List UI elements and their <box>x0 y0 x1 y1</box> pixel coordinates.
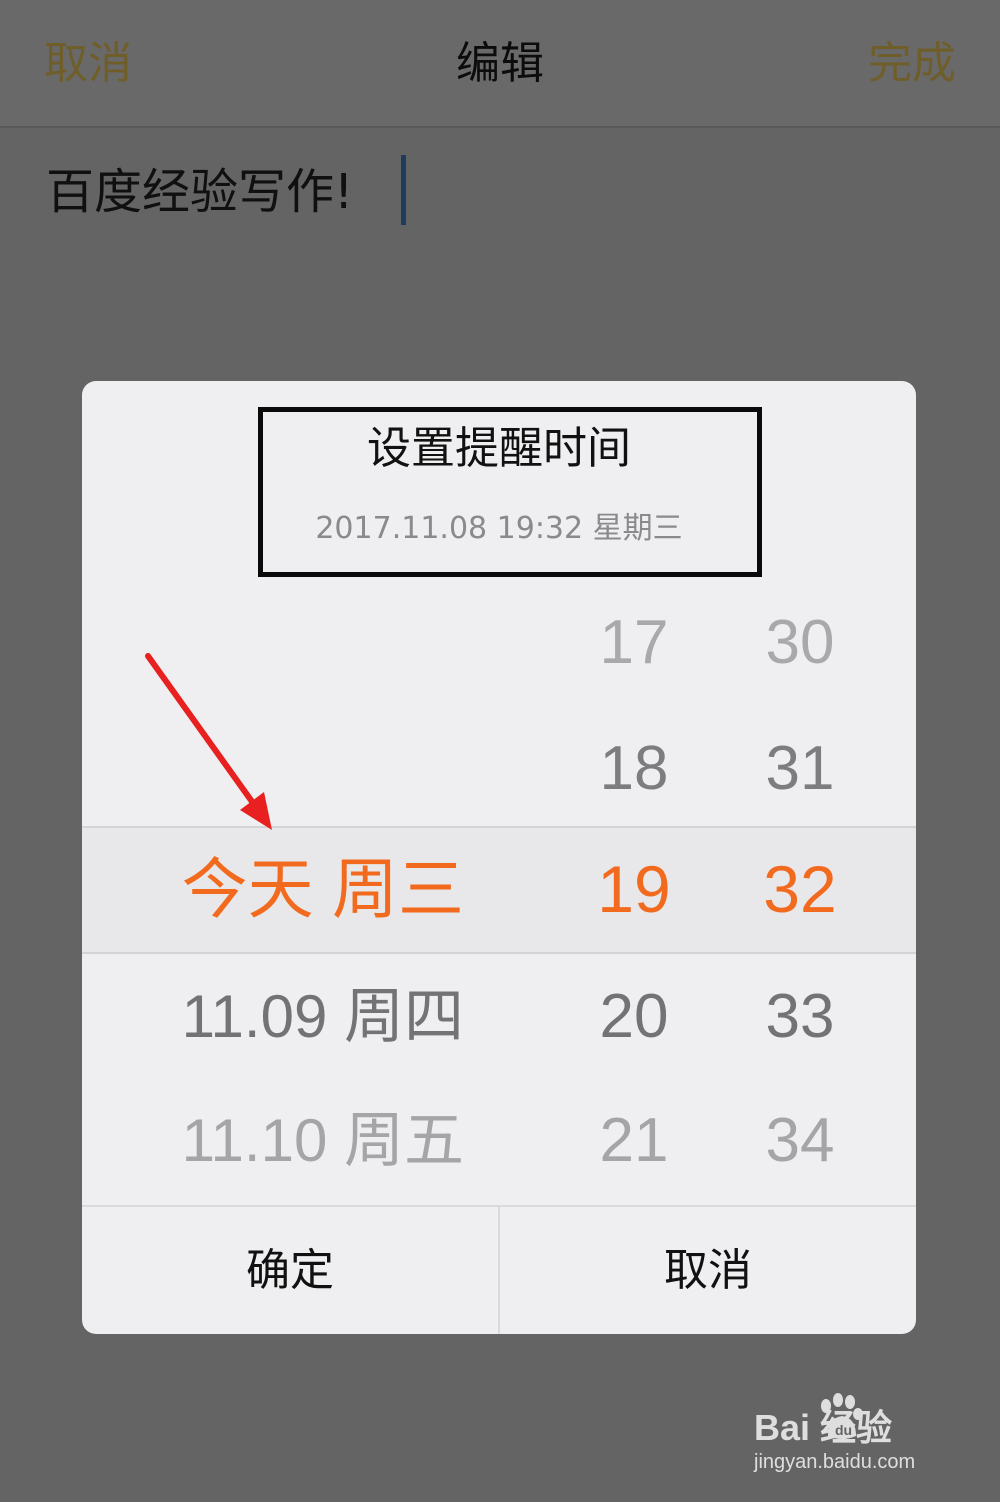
text-cursor <box>401 155 406 225</box>
baidu-paw-icon: du <box>821 1393 863 1439</box>
dialog-footer: 确定 取消 <box>82 1205 916 1334</box>
dialog-title: 设置提醒时间 <box>367 423 631 474</box>
navigation-bar: 取消 编辑 完成 <box>0 0 1000 128</box>
note-content[interactable]: 百度经验写作! <box>46 160 353 224</box>
svg-text:du: du <box>835 1422 852 1438</box>
selected-datetime: 2017.11.08 19:32 星期三 <box>315 511 683 546</box>
picker-date-selected[interactable]: 今天 周三 <box>142 829 464 949</box>
baidu-jingyan-watermark: Bai 经验 du jingyan.baidu.com <box>754 1392 944 1482</box>
picker-hour-selected[interactable]: 19 <box>574 829 694 949</box>
reminder-dialog: 设置提醒时间 2017.11.08 19:32 星期三 今天 周三 11.09 … <box>82 381 916 1334</box>
annotation-arrow-icon <box>145 653 272 830</box>
picker-hour-option[interactable]: 21 <box>574 1081 694 1201</box>
watermark-url: jingyan.baidu.com <box>754 1451 916 1473</box>
picker-date-option[interactable]: 11.10 周五 <box>142 1081 464 1201</box>
picker-date-option[interactable]: 11.09 周四 <box>142 957 464 1077</box>
picker-hour-option[interactable]: 20 <box>574 957 694 1077</box>
page-title: 编辑 <box>456 38 544 89</box>
confirm-button[interactable]: 确定 <box>82 1207 500 1334</box>
picker-hour-option[interactable]: 17 <box>574 583 694 703</box>
picker-minute-selected[interactable]: 32 <box>740 829 860 949</box>
picker-minute-option[interactable]: 34 <box>740 1081 860 1201</box>
nav-done-button[interactable]: 完成 <box>868 34 956 94</box>
cancel-button[interactable]: 取消 <box>500 1207 916 1334</box>
picker-hour-option[interactable]: 18 <box>574 709 694 829</box>
picker-minute-option[interactable]: 30 <box>740 583 860 703</box>
picker-minute-option[interactable]: 31 <box>740 709 860 829</box>
picker-minute-option[interactable]: 33 <box>740 957 860 1077</box>
